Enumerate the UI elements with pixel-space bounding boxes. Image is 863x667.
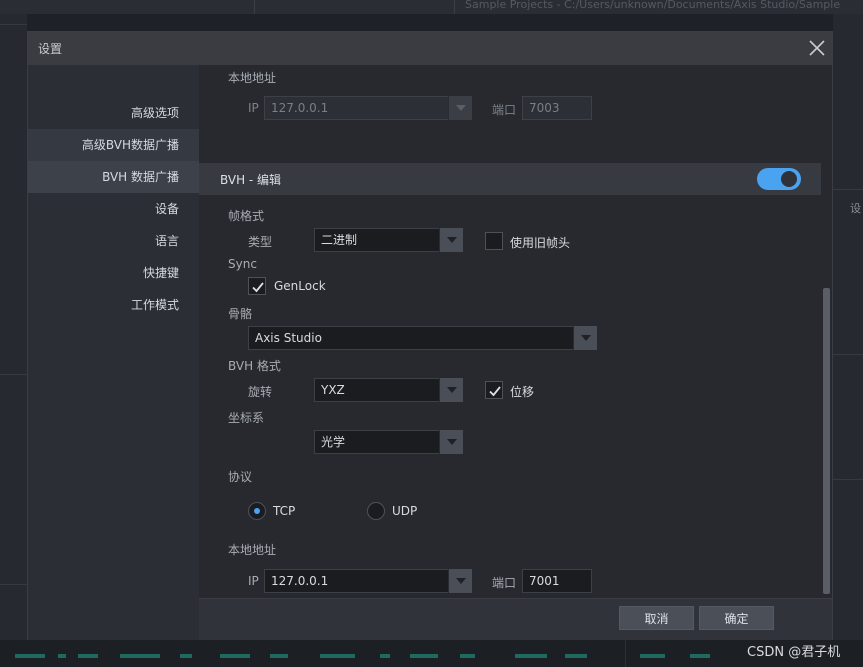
close-icon: [809, 40, 825, 56]
background-left-panel: [0, 14, 27, 667]
sidebar-item-advanced[interactable]: 高级选项: [28, 97, 199, 129]
content-scrollbar[interactable]: [821, 65, 832, 598]
dialog-footer: 取消 确定: [199, 598, 832, 640]
displacement-checkbox[interactable]: [485, 381, 503, 399]
rotation-label: 旋转: [248, 385, 273, 399]
chevron-down-icon: [439, 228, 463, 252]
chevron-down-icon: [448, 96, 472, 120]
scrollbar-thumb[interactable]: [823, 288, 830, 594]
bvh-format-label: BVH 格式: [228, 359, 281, 373]
bvh-edit-title: BVH - 编辑: [220, 173, 282, 187]
local-address-label: 本地地址: [228, 543, 277, 557]
top-port-field[interactable]: 7003: [522, 96, 592, 120]
port-label: 端口: [492, 576, 517, 590]
check-icon: [252, 282, 264, 293]
bvh-edit-header: BVH - 编辑: [199, 163, 821, 195]
background-tab: [255, 0, 455, 14]
displacement-label: 位移: [510, 385, 535, 399]
sidebar-item-shortcuts[interactable]: 快捷键: [28, 257, 199, 289]
sync-label: Sync: [228, 257, 257, 271]
background-right-panel: [833, 14, 863, 667]
chevron-down-icon: [448, 569, 472, 593]
bvh-edit-toggle[interactable]: [757, 168, 801, 190]
background-right-label: 设: [850, 202, 861, 215]
skeleton-combo[interactable]: Axis Studio: [248, 326, 597, 350]
ok-button[interactable]: 确定: [699, 606, 774, 630]
ip-combo[interactable]: 127.0.0.1: [264, 569, 472, 593]
settings-sidebar: 高级选项 高级BVH数据广播 BVH 数据广播 设备 语言 快捷键 工作模式: [28, 65, 199, 640]
toggle-knob: [781, 171, 797, 187]
old-header-checkbox[interactable]: [485, 232, 503, 250]
settings-dialog: 设置 高级选项 高级BVH数据广播 BVH 数据广播 设备 语言 快捷键 工作模…: [27, 31, 833, 640]
background-project-path: Sample Projects - C:/Users/unknown/Docum…: [465, 0, 841, 11]
check-icon: [489, 386, 501, 397]
tcp-label: TCP: [273, 504, 296, 518]
background-tab: [0, 0, 255, 14]
top-port-label: 端口: [492, 103, 517, 117]
dialog-titlebar: 设置: [28, 32, 832, 65]
tcp-radio[interactable]: [248, 502, 266, 520]
background-timeline: [0, 640, 863, 667]
rotation-combo[interactable]: YXZ: [314, 378, 463, 402]
udp-label: UDP: [392, 504, 418, 518]
sidebar-item-bvh-broadcast[interactable]: BVH 数据广播: [28, 161, 199, 193]
sidebar-item-language[interactable]: 语言: [28, 225, 199, 257]
top-ip-combo[interactable]: 127.0.0.1: [264, 96, 472, 120]
type-label: 类型: [248, 235, 273, 249]
coord-system-combo[interactable]: 光学: [314, 430, 463, 454]
skeleton-label: 骨骼: [228, 307, 253, 321]
udp-radio[interactable]: [367, 502, 385, 520]
chevron-down-icon: [573, 326, 597, 350]
frame-format-label: 帧格式: [228, 209, 265, 223]
port-field[interactable]: 7001: [522, 569, 592, 593]
coord-system-label: 坐标系: [228, 411, 265, 425]
genlock-label: GenLock: [274, 279, 326, 293]
genlock-checkbox[interactable]: [248, 277, 266, 295]
top-local-address-label: 本地地址: [228, 71, 277, 85]
chevron-down-icon: [439, 378, 463, 402]
old-header-label: 使用旧帧头: [510, 236, 571, 250]
dialog-title: 设置: [38, 42, 63, 56]
close-button[interactable]: [806, 37, 828, 59]
background-tab-strip: Sample Projects - C:/Users/unknown/Docum…: [0, 0, 863, 14]
sidebar-item-work-mode[interactable]: 工作模式: [28, 289, 199, 321]
watermark: CSDN @君子机: [747, 645, 841, 660]
sidebar-item-advanced-bvh-broadcast[interactable]: 高级BVH数据广播: [28, 129, 199, 161]
sidebar-item-device[interactable]: 设备: [28, 193, 199, 225]
top-ip-label: IP: [248, 101, 259, 115]
protocol-label: 协议: [228, 470, 253, 484]
type-combo[interactable]: 二进制: [314, 228, 463, 252]
cancel-button[interactable]: 取消: [619, 606, 694, 630]
ip-label: IP: [248, 574, 259, 588]
chevron-down-icon: [439, 430, 463, 454]
settings-content: 本地地址 IP 127.0.0.1 端口 7003 BVH - 编辑 帧格式 类…: [199, 65, 832, 598]
